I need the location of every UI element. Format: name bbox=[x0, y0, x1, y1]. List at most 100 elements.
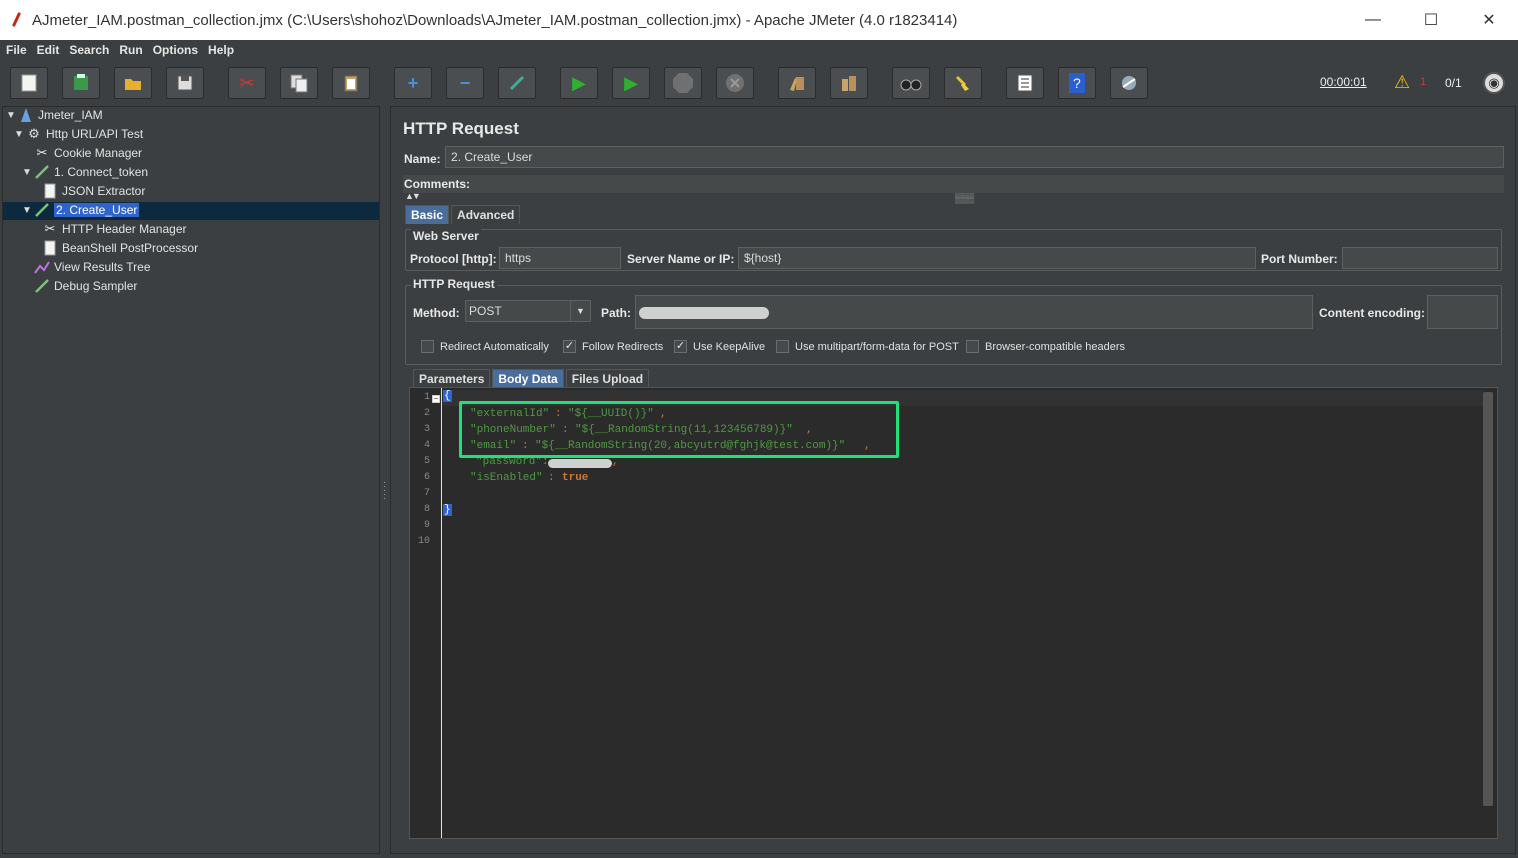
tree-item-label: View Results Tree bbox=[54, 260, 151, 274]
password-redacted bbox=[548, 459, 612, 468]
port-field[interactable] bbox=[1342, 247, 1498, 269]
svg-text:?: ? bbox=[1073, 75, 1081, 91]
tree-item-testplan[interactable]: ▼ Jmeter_IAM bbox=[6, 106, 103, 124]
clear-icon[interactable] bbox=[778, 67, 816, 99]
remote-icon[interactable] bbox=[1110, 67, 1148, 99]
tree-item-label: Cookie Manager bbox=[54, 146, 143, 160]
remote-status-icon[interactable]: ◉ bbox=[1483, 72, 1505, 94]
cut-icon[interactable]: ✂ bbox=[228, 67, 266, 99]
server-label: Server Name or IP: bbox=[627, 252, 735, 266]
tree-item-debug-sampler[interactable]: Debug Sampler bbox=[34, 277, 137, 295]
minimize-button[interactable]: — bbox=[1344, 0, 1402, 40]
tree-item-view-results-tree[interactable]: View Results Tree bbox=[34, 258, 151, 276]
resize-dots-icon[interactable]: ▒▒▒ bbox=[955, 193, 974, 203]
reset-search-broom-icon[interactable] bbox=[944, 67, 982, 99]
close-button[interactable]: ✕ bbox=[1460, 0, 1518, 40]
save-icon[interactable] bbox=[166, 67, 204, 99]
new-icon[interactable] bbox=[10, 67, 48, 99]
tree-item-header-manager[interactable]: ✂ HTTP Header Manager bbox=[42, 220, 187, 238]
tree-item-label: BeanShell PostProcessor bbox=[62, 241, 199, 255]
tab-basic[interactable]: Basic bbox=[405, 205, 450, 224]
web-server-title: Web Server bbox=[411, 229, 481, 243]
collapse-all-icon[interactable]: − bbox=[446, 67, 484, 99]
tree-item-beanshell[interactable]: BeanShell PostProcessor bbox=[42, 239, 198, 257]
colon: : bbox=[548, 472, 555, 484]
checkbox-follow-redirects[interactable]: ✓ Follow Redirects bbox=[563, 340, 663, 353]
open-icon[interactable] bbox=[114, 67, 152, 99]
toggle-icon[interactable] bbox=[498, 67, 536, 99]
tree-item-label: Jmeter_IAM bbox=[38, 108, 103, 122]
templates-icon[interactable] bbox=[62, 67, 100, 99]
title-bar: AJmeter_IAM.postman_collection.jmx (C:\U… bbox=[0, 0, 1518, 40]
tab-parameters[interactable]: Parameters bbox=[413, 369, 491, 388]
clear-all-icon[interactable] bbox=[830, 67, 868, 99]
chevron-down-icon[interactable]: ▼ bbox=[570, 301, 590, 321]
checkbox-use-keepalive[interactable]: ✓ Use KeepAlive bbox=[674, 340, 765, 353]
maximize-button[interactable]: ☐ bbox=[1402, 0, 1460, 40]
tab-body-data[interactable]: Body Data bbox=[492, 369, 564, 388]
tree-item-create-user[interactable]: ▼ 2. Create_User bbox=[22, 201, 140, 219]
tree-item-threadgroup[interactable]: ▼ ⚙ Http URL/API Test bbox=[14, 125, 143, 143]
collapse-arrows-icon[interactable]: ▲▼ bbox=[405, 191, 421, 201]
http-request-group-title: HTTP Request bbox=[411, 277, 497, 291]
tree-item-cookie-manager[interactable]: ✂ Cookie Manager bbox=[34, 144, 143, 162]
tab-advanced[interactable]: Advanced bbox=[451, 205, 521, 224]
panel-title: HTTP Request bbox=[403, 119, 519, 138]
warning-icon[interactable]: ⚠ bbox=[1394, 72, 1410, 93]
expand-all-icon[interactable]: + bbox=[394, 67, 432, 99]
error-count[interactable]: 1 bbox=[1420, 76, 1426, 88]
checkmark-icon[interactable]: ✓ bbox=[563, 340, 576, 353]
line-number: 3 bbox=[423, 424, 430, 435]
checkbox-browser-compatible[interactable]: Browser-compatible headers bbox=[966, 340, 1125, 353]
tree-item-json-extractor[interactable]: JSON Extractor bbox=[42, 182, 145, 200]
editor-scrollbar[interactable] bbox=[1483, 392, 1493, 806]
protocol-label: Protocol [http]: bbox=[410, 252, 497, 266]
menu-edit[interactable]: Edit bbox=[37, 43, 60, 57]
comments-row[interactable] bbox=[403, 175, 1504, 193]
checkbox-redirect-automatically[interactable]: Redirect Automatically bbox=[421, 340, 549, 353]
tree-item-connect-token[interactable]: ▼ 1. Connect_token bbox=[22, 163, 148, 181]
expand-arrow-icon[interactable]: ▼ bbox=[6, 110, 16, 121]
checkmark-icon[interactable]: ✓ bbox=[674, 340, 687, 353]
line-number-gutter: 1 2 3 4 5 6 7 8 9 10 − bbox=[410, 388, 442, 838]
checkbox-box[interactable] bbox=[776, 340, 789, 353]
listener-chart-icon bbox=[34, 259, 50, 275]
method-label: Method: bbox=[413, 306, 460, 320]
line-number: 1 bbox=[423, 392, 430, 403]
checkbox-multipart[interactable]: Use multipart/form-data for POST bbox=[776, 340, 959, 353]
help-icon[interactable]: ? bbox=[1058, 67, 1096, 99]
method-select[interactable]: POST ▼ bbox=[465, 300, 591, 322]
paste-icon[interactable] bbox=[332, 67, 370, 99]
expand-arrow-icon[interactable]: ▼ bbox=[22, 167, 32, 178]
menu-search[interactable]: Search bbox=[69, 43, 109, 57]
checkbox-box[interactable] bbox=[421, 340, 434, 353]
tab-files-upload[interactable]: Files Upload bbox=[565, 369, 650, 388]
checkbox-label: Follow Redirects bbox=[582, 340, 664, 353]
expand-arrow-icon[interactable]: ▼ bbox=[22, 205, 32, 216]
menu-file[interactable]: File bbox=[6, 43, 27, 57]
menu-run[interactable]: Run bbox=[119, 43, 142, 57]
expand-arrow-icon[interactable]: ▼ bbox=[14, 129, 24, 140]
function-helper-icon[interactable] bbox=[1006, 67, 1044, 99]
path-redacted bbox=[639, 307, 769, 319]
name-label: Name: bbox=[404, 152, 441, 166]
checkbox-box[interactable] bbox=[966, 340, 979, 353]
start-icon[interactable]: ▶ bbox=[560, 67, 598, 99]
panel-splitter[interactable]: · · · · · bbox=[381, 106, 389, 854]
name-field[interactable]: 2. Create_User bbox=[445, 146, 1504, 168]
fold-icon[interactable]: − bbox=[432, 395, 440, 403]
checkbox-label: Use multipart/form-data for POST bbox=[795, 340, 959, 353]
checkbox-label: Redirect Automatically bbox=[440, 340, 549, 353]
menu-help[interactable]: Help bbox=[208, 43, 234, 57]
checkbox-label: Use KeepAlive bbox=[693, 340, 766, 353]
start-no-pauses-icon[interactable]: ▶ bbox=[612, 67, 650, 99]
comments-label: Comments: bbox=[404, 177, 471, 191]
search-binoculars-icon[interactable] bbox=[892, 67, 930, 99]
menu-options[interactable]: Options bbox=[153, 43, 198, 57]
shutdown-icon[interactable] bbox=[716, 67, 754, 99]
content-encoding-field[interactable] bbox=[1427, 295, 1498, 329]
stop-icon[interactable] bbox=[664, 67, 702, 99]
server-field[interactable]: ${host} bbox=[738, 247, 1256, 269]
protocol-field[interactable]: https bbox=[499, 247, 621, 269]
copy-icon[interactable] bbox=[280, 67, 318, 99]
